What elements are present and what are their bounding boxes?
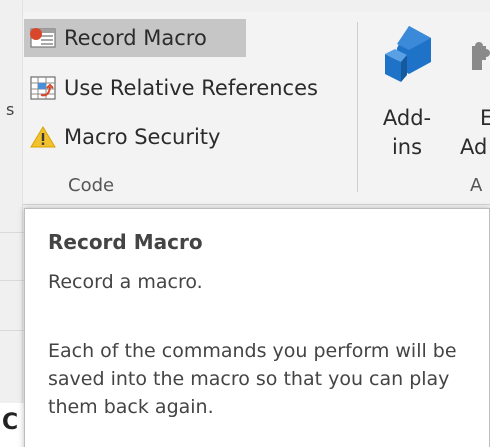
warning-icon xyxy=(28,123,58,151)
excel-addins-button[interactable]: E Ad xyxy=(460,22,490,162)
use-relative-references-label: Use Relative References xyxy=(64,76,318,100)
record-macro-label: Record Macro xyxy=(64,26,207,50)
grid-line xyxy=(0,232,24,233)
partial-cell-text: C xyxy=(2,410,19,435)
ribbon-top-edge xyxy=(0,0,490,12)
relative-references-icon xyxy=(28,74,58,102)
ribbon: Record Macro Use Relative References Mac… xyxy=(0,0,490,205)
addins-group-label: A xyxy=(470,175,483,196)
addins-button[interactable]: Add- ins xyxy=(370,22,444,162)
addins-label-line1: Add- xyxy=(382,106,432,130)
record-macro-icon xyxy=(28,24,58,52)
use-relative-references-button[interactable]: Use Relative References xyxy=(24,69,346,107)
ribbon-left-edge: s xyxy=(0,0,23,447)
code-group-label: Code xyxy=(68,175,115,196)
grid-line xyxy=(0,280,24,281)
tooltip-description: Record a macro. xyxy=(48,271,203,293)
ribbon-bottom-border xyxy=(0,204,490,205)
excel-addins-label-line1: E xyxy=(480,106,490,130)
grid-line xyxy=(0,330,24,331)
excel-addins-label-line2: Ad xyxy=(460,135,488,159)
tooltip-body: Each of the commands you perform will be… xyxy=(48,340,457,418)
record-macro-tooltip: Record Macro Record a macro. Each of the… xyxy=(24,208,490,447)
puzzle-icon xyxy=(460,22,490,92)
addins-label-line2: ins xyxy=(391,135,423,159)
macro-security-label: Macro Security xyxy=(64,125,221,149)
truncated-text: s xyxy=(6,100,15,119)
record-macro-button[interactable]: Record Macro xyxy=(24,19,246,57)
macro-security-button[interactable]: Macro Security xyxy=(24,118,264,156)
tooltip-title: Record Macro xyxy=(48,230,203,254)
excel-window-crop: Record Macro Use Relative References Mac… xyxy=(0,0,490,447)
group-separator xyxy=(357,22,358,192)
addins-icon xyxy=(370,22,444,92)
